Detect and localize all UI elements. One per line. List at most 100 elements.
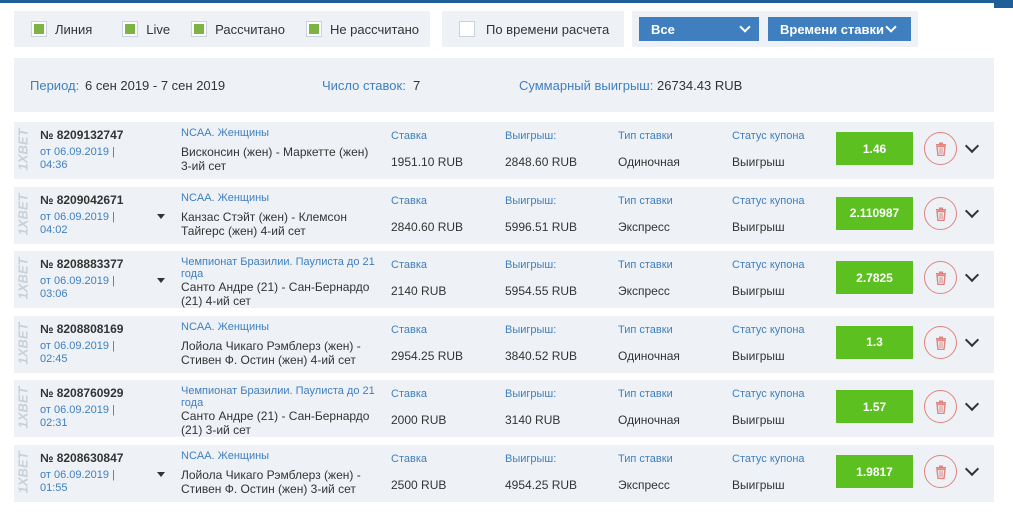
brand-logo: 1XBET (14, 316, 32, 373)
coupon-status-value: Выигрыш (732, 413, 785, 428)
filter-by-calc-time[interactable]: По времени расчета (459, 21, 609, 37)
bet-date: от 06.09.2019 | 03:06 (40, 275, 132, 301)
brand-logo: 1XBET (14, 122, 32, 179)
bet-number: № 8208760929 (40, 386, 124, 401)
bet-row[interactable]: 1XBET № 8208808169 от 06.09.2019 | 02:45 NCA… (14, 315, 994, 373)
stake-header: Ставка (391, 453, 427, 465)
expand-chevron-icon[interactable] (964, 268, 980, 283)
filter-not-calculated[interactable]: Не рассчитано (305, 21, 419, 37)
period-label: Период: (30, 78, 80, 93)
expand-chevron-icon[interactable] (964, 138, 980, 154)
bet-count-value: 7 (413, 78, 421, 93)
odds-button[interactable]: 2.110987 (836, 196, 913, 230)
filter-line[interactable]: Линия (31, 21, 93, 37)
checkbox-calculated[interactable] (191, 21, 208, 37)
bet-row[interactable]: 1XBET № 8208630847 от 06.09.2019 | 01:55 NCA… (14, 445, 994, 502)
brand-logo-text: 1XBET (15, 128, 31, 171)
odds-button[interactable]: 1.3 (836, 325, 913, 359)
filter-live[interactable]: Live (122, 21, 171, 37)
coupon-status-header: Статус купона (732, 323, 805, 336)
delete-button[interactable] (924, 390, 957, 424)
coupon-status-header: Статус купона (732, 194, 805, 207)
bet-row[interactable]: 1XBET № 8209132747 от 06.09.2019 | 04:36 NCA… (14, 122, 994, 179)
bet-number: № 8208630847 (40, 451, 124, 465)
checkbox-live[interactable] (122, 21, 139, 37)
events-toggle-icon[interactable] (157, 472, 165, 477)
total-win-label: Суммарный выигрыш: (519, 78, 654, 93)
stake-value: 2000 RUB (391, 413, 447, 428)
delete-button[interactable] (924, 325, 957, 359)
events-toggle-icon[interactable] (157, 213, 165, 219)
stake-value: 2500 RUB (391, 478, 447, 492)
odds-button[interactable]: 1.46 (836, 132, 913, 165)
filter-live-label: Live (146, 21, 171, 37)
bet-date-day: от 06.09.2019 | (40, 146, 115, 158)
checkbox-by-calc-time[interactable] (459, 21, 475, 37)
coupon-status-value: Выигрыш (732, 219, 785, 234)
bet-type-header: Тип ставки (618, 130, 673, 142)
events-toggle-icon[interactable] (157, 278, 165, 284)
bet-league: NCAA. Женщины (181, 127, 270, 139)
dropdown-panel: Все Времени ставки (632, 11, 918, 47)
bet-date-time: 04:36 (40, 159, 68, 171)
bet-date-day: от 06.09.2019 | (40, 210, 115, 223)
total-win-value: 26734.43 RUB (657, 78, 743, 93)
top-bar-corner (994, 0, 1013, 8)
bet-date: от 06.09.2019 | 01:55 (40, 469, 132, 495)
bet-type-header: Тип ставки (618, 453, 673, 465)
stake-value: 2140 RUB (391, 284, 447, 299)
odds-button[interactable]: 1.57 (836, 390, 913, 424)
filter-line-label: Линия (55, 21, 93, 37)
sort-dropdown[interactable]: Времени ставки (768, 17, 911, 41)
delete-button[interactable] (924, 196, 957, 230)
bet-date-day: от 06.09.2019 | (40, 339, 115, 352)
checkbox-not-calculated[interactable] (305, 21, 322, 37)
win-header: Выигрыш: (505, 130, 557, 142)
win-value: 4954.25 RUB (505, 478, 578, 492)
bet-match: Канзас Стэйт (жен) - Клемсон Тайгерс (же… (181, 209, 347, 238)
delete-button[interactable] (924, 132, 957, 165)
bet-type-dropdown-label: Все (651, 21, 675, 37)
expand-chevron-icon[interactable] (964, 397, 980, 412)
bet-row[interactable]: 1XBET № 8208883377 от 06.09.2019 | 03:06 Чем… (14, 251, 994, 309)
odds-button[interactable]: 2.7825 (836, 261, 913, 295)
trash-icon (936, 207, 946, 221)
bet-number: № 8208808169 (40, 321, 124, 336)
bet-date-time: 02:31 (40, 417, 68, 430)
win-header: Выигрыш: (505, 388, 557, 401)
trash-icon (936, 400, 946, 415)
filter-calculated[interactable]: Рассчитано (191, 21, 285, 37)
expand-chevron-icon[interactable] (964, 461, 980, 477)
bet-type-dropdown[interactable]: Все (639, 17, 759, 41)
win-value: 5954.55 RUB (505, 284, 578, 299)
bet-date-time: 02:45 (40, 352, 68, 365)
bet-row[interactable]: 1XBET № 8209042671 от 06.09.2019 | 04:02 NCA… (14, 186, 994, 244)
bet-date-time: 04:02 (40, 223, 68, 236)
sort-dropdown-label: Времени ставки (780, 21, 885, 37)
bet-type-header: Тип ставки (618, 259, 673, 272)
expand-chevron-icon[interactable] (964, 203, 980, 218)
bet-league: NCAA. Женщины (181, 450, 270, 462)
bet-date-day: от 06.09.2019 | (40, 275, 115, 288)
bet-row[interactable]: 1XBET № 8208760929 от 06.09.2019 | 02:31 Чем… (14, 380, 994, 438)
coupon-status-header: Статус купона (732, 259, 805, 272)
brand-logo-text: 1XBET (15, 257, 31, 300)
expand-chevron-icon[interactable] (964, 332, 980, 347)
bet-type-value: Одиночная (618, 413, 680, 428)
stake-header: Ставка (391, 388, 427, 401)
bet-type-value: Экспресс (618, 284, 670, 299)
trash-icon (936, 465, 946, 479)
stake-value: 2954.25 RUB (391, 348, 464, 363)
bet-date-day: от 06.09.2019 | (40, 469, 115, 481)
bet-summary: Период: 6 сен 2019 - 7 сен 2019 Число ст… (14, 58, 994, 112)
bet-type-value: Экспресс (618, 478, 670, 492)
delete-button[interactable] (924, 455, 957, 488)
delete-button[interactable] (924, 261, 957, 295)
top-bar (0, 0, 1013, 3)
coupon-status-value: Выигрыш (732, 478, 785, 492)
checkbox-line[interactable] (31, 21, 47, 37)
bet-league: NCAA. Женщины (181, 191, 270, 204)
win-header: Выигрыш: (505, 194, 557, 207)
odds-button[interactable]: 1.9817 (836, 455, 913, 488)
bet-match: Лойола Чикаго Рэмблерз (жен) - Стивен Ф.… (181, 338, 361, 367)
